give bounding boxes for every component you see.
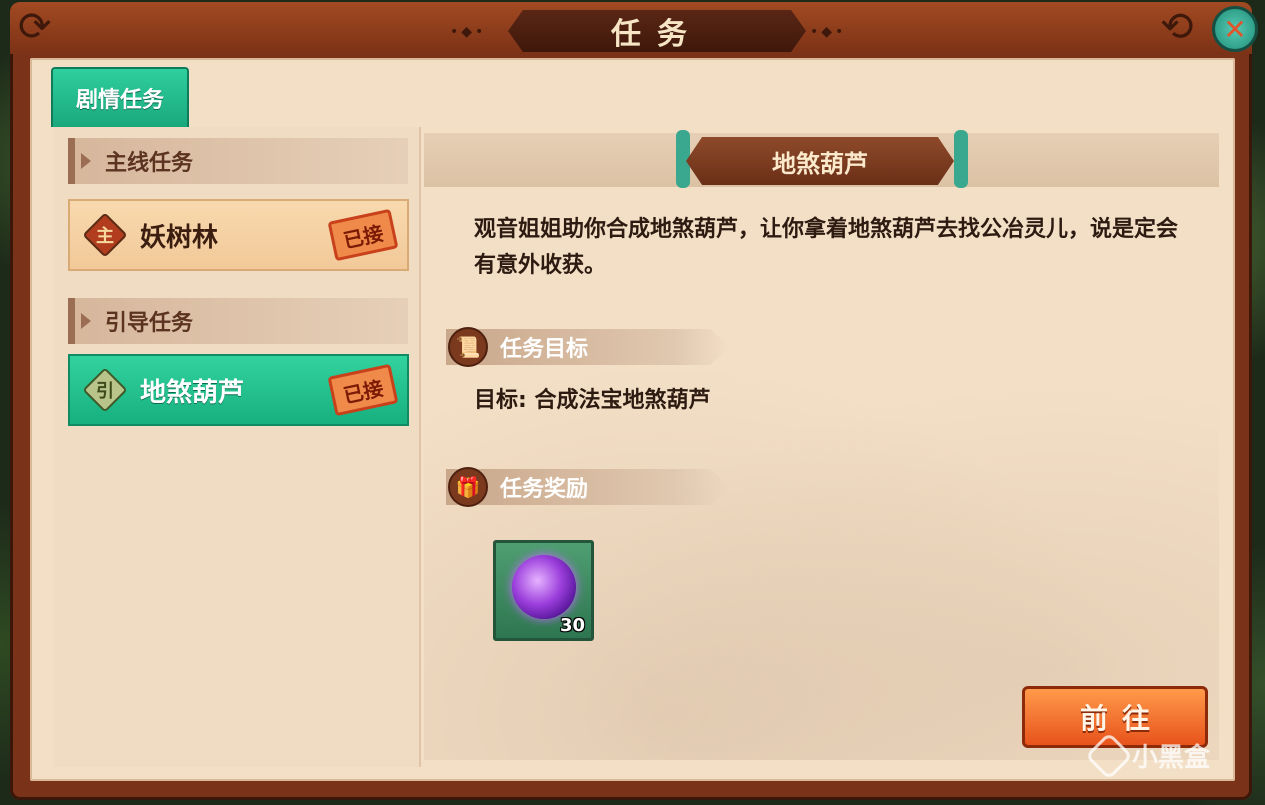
quest-item-main[interactable]: 主 妖树林 已接	[68, 199, 409, 271]
quest-description: 观音姐姐助你合成地煞葫芦，让你拿着地煞葫芦去找公冶灵儿，说是定会有意外收获。	[474, 217, 1179, 278]
objective-header: 任务目标	[446, 329, 730, 365]
tab-story-quests[interactable]: 剧情任务	[51, 67, 189, 127]
title-plaque: 任务	[508, 10, 806, 52]
left-corner-ornament-icon: ⟳	[18, 4, 52, 50]
watermark-text: 小黑盒	[1132, 743, 1211, 773]
title-right-dots: •◆•	[810, 24, 847, 40]
quest-item-guide[interactable]: 引 地煞葫芦 已接	[68, 354, 409, 426]
main-quest-badge-label: 主	[96, 226, 114, 247]
main-quest-name: 妖树林	[140, 222, 219, 253]
right-tassel-ornament	[954, 130, 968, 188]
accepted-stamp: 已接	[327, 363, 399, 417]
guide-quest-badge-icon: 引	[84, 369, 126, 411]
main-quest-badge-icon: 主	[84, 214, 126, 256]
window-title: 任务	[611, 17, 703, 52]
title-left-dots: •◆•	[450, 24, 487, 40]
guide-quest-badge-label: 引	[96, 381, 114, 402]
objective-text: 目标: 合成法宝地煞葫芦	[474, 388, 711, 413]
reward-item-slot[interactable]: 30	[493, 540, 594, 641]
guide-quest-name: 地煞葫芦	[140, 377, 245, 408]
scroll-icon: 📜	[448, 327, 488, 367]
quest-title: 地煞葫芦	[686, 137, 954, 185]
close-icon: ✕	[1223, 12, 1247, 46]
watermark-logo-icon	[1084, 731, 1134, 780]
section-header-guide: 引导任务	[68, 298, 408, 344]
reward-header: 任务奖励	[446, 469, 730, 505]
section-header-main: 主线任务	[68, 138, 408, 184]
close-button[interactable]: ✕	[1212, 6, 1258, 52]
purple-swirl-item-icon	[512, 555, 576, 619]
gift-icon: 🎁	[448, 467, 488, 507]
title-bar: ⟳ •◆• 任务 •◆• ⟲	[10, 2, 1252, 54]
accepted-stamp: 已接	[327, 208, 399, 262]
reward-count: 30	[559, 615, 585, 636]
watermark: 小黑盒	[1084, 731, 1211, 780]
